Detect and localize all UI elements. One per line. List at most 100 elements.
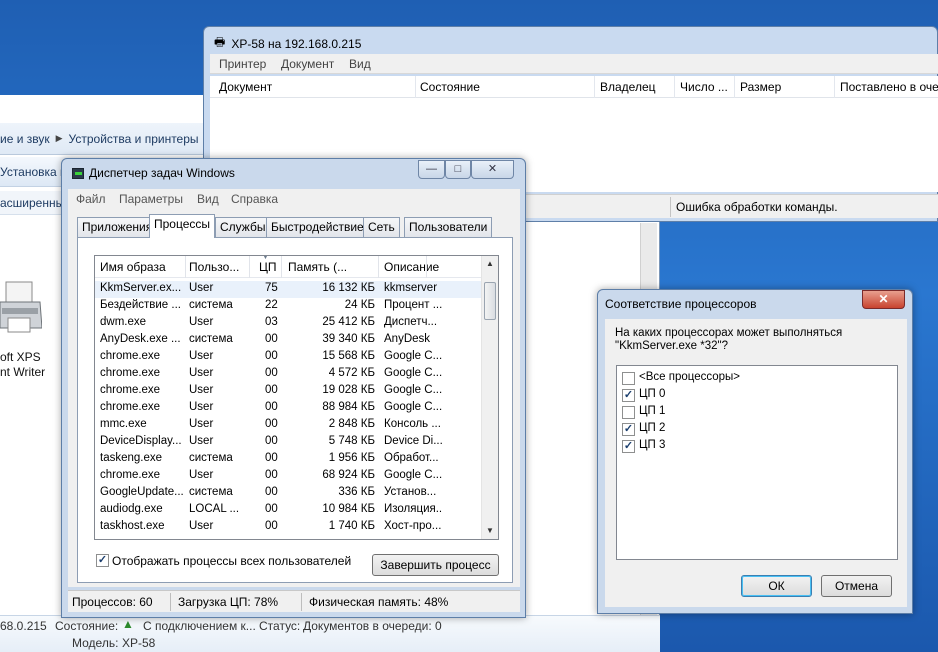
process-row[interactable]: chrome.exe User 00 88 984 КБ Google C... bbox=[95, 400, 483, 417]
menu-document[interactable]: Документ bbox=[281, 57, 334, 71]
address-bar[interactable]: ие и звук ▶ Устройства и принтеры bbox=[0, 123, 205, 155]
process-row[interactable]: mmc.exe User 00 2 848 КБ Консоль ... bbox=[95, 417, 483, 434]
process-row[interactable]: dwm.exe User 03 25 412 КБ Диспетч... bbox=[95, 315, 483, 332]
close-button[interactable]: ✕ bbox=[471, 160, 514, 179]
printer-ip: 68.0.215 bbox=[0, 619, 47, 633]
process-user: система bbox=[189, 299, 233, 311]
col-memory[interactable]: Память (... bbox=[288, 260, 347, 274]
process-user: User bbox=[189, 316, 214, 328]
process-cpu: 00 bbox=[265, 503, 278, 515]
processor-checkbox[interactable]: ✓ bbox=[622, 389, 635, 402]
col-size[interactable]: Размер bbox=[740, 80, 781, 94]
process-row[interactable]: KkmServer.ex... User 75 16 132 КБ kkmserver bbox=[95, 281, 483, 298]
process-name: dwm.exe bbox=[100, 316, 147, 328]
process-row[interactable]: Бездействие ... система 22 24 КБ Процент ... bbox=[95, 298, 483, 315]
process-row[interactable]: chrome.exe User 00 4 572 КБ Google C... bbox=[95, 366, 483, 383]
process-row[interactable]: audiodg.exe LOCAL ... 00 10 984 КБ Изоляция.… bbox=[95, 502, 483, 519]
col-image-name[interactable]: Имя образа bbox=[100, 260, 166, 274]
col-description[interactable]: Описание bbox=[384, 260, 439, 274]
physical-memory: Физическая память: 48% bbox=[309, 595, 449, 609]
affinity-body: На каких процессорах может выполняться "… bbox=[605, 319, 907, 607]
process-description: Изоляция... bbox=[384, 503, 442, 515]
queue-menu-bar: Принтер Документ Вид bbox=[210, 54, 938, 74]
cancel-button[interactable]: Отмена bbox=[821, 575, 892, 597]
menu-file[interactable]: Файл bbox=[76, 192, 106, 206]
taskmgr-status-bar: Процессов: 60 Загрузка ЦП: 78% Физическа… bbox=[68, 590, 520, 612]
process-user: User bbox=[189, 418, 214, 430]
processor-checkbox[interactable]: ✓ bbox=[622, 423, 635, 436]
process-memory: 68 924 КБ bbox=[322, 469, 375, 481]
end-process-button[interactable]: Завершить процесс bbox=[372, 554, 499, 576]
printer-label-line1: oft XPS bbox=[0, 350, 41, 364]
process-user: User bbox=[189, 350, 214, 362]
processor-checkbox[interactable] bbox=[622, 406, 635, 419]
process-row[interactable]: AnyDesk.exe ... система 00 39 340 КБ AnyDesk bbox=[95, 332, 483, 349]
col-submitted[interactable]: Поставлено в оче bbox=[840, 80, 938, 94]
breadcrumb-sound[interactable]: ие и звук bbox=[0, 132, 50, 146]
breadcrumb-devices[interactable]: Устройства и принтеры bbox=[69, 132, 199, 146]
col-owner[interactable]: Владелец bbox=[600, 80, 656, 94]
process-row[interactable]: GoogleUpdate... система 00 336 КБ Установ... bbox=[95, 485, 483, 502]
process-row[interactable]: taskhost.exe User 00 1 740 КБ Хост-про... bbox=[95, 519, 483, 536]
col-pages[interactable]: Число ... bbox=[680, 80, 728, 94]
process-row[interactable]: taskeng.exe система 00 1 956 КБ Обработ... bbox=[95, 451, 483, 468]
processor-label: ЦП 2 bbox=[639, 422, 666, 434]
model-value: XP-58 bbox=[122, 636, 156, 650]
col-user[interactable]: Пользо... bbox=[189, 260, 239, 274]
tab-users[interactable]: Пользователи bbox=[404, 217, 493, 237]
process-description: Установ... bbox=[384, 486, 437, 498]
tab-processes[interactable]: Процессы bbox=[149, 214, 216, 238]
add-device-command[interactable]: Установка п bbox=[0, 165, 67, 179]
process-cpu: 00 bbox=[265, 384, 278, 396]
tab-network[interactable]: Сеть bbox=[363, 217, 400, 237]
scroll-thumb[interactable] bbox=[484, 282, 496, 320]
menu-view[interactable]: Вид bbox=[349, 57, 371, 71]
process-name: taskhost.exe bbox=[100, 520, 165, 532]
show-all-processes-label[interactable]: Отображать процессы всех пользователей bbox=[112, 554, 351, 568]
menu-view[interactable]: Вид bbox=[197, 192, 219, 206]
menu-printer[interactable]: Принтер bbox=[219, 57, 266, 71]
scroll-up-icon[interactable]: ▲ bbox=[486, 259, 494, 268]
sort-arrow-icon: ▼ bbox=[262, 255, 269, 261]
queue-column-header: Документ Состояние Владелец Число ... Ра… bbox=[210, 76, 938, 98]
process-row[interactable]: chrome.exe User 00 19 028 КБ Google C... bbox=[95, 383, 483, 400]
show-all-processes-checkbox[interactable]: ✓ bbox=[96, 554, 109, 567]
maximize-button[interactable]: □ bbox=[445, 160, 471, 179]
tab-applications[interactable]: Приложения bbox=[77, 217, 158, 237]
process-description: Консоль ... bbox=[384, 418, 441, 430]
process-cpu: 00 bbox=[265, 452, 278, 464]
process-name: chrome.exe bbox=[100, 384, 161, 396]
processor-checklist[interactable]: <Все процессоры> ✓ ЦП 0 ЦП 1 ✓ ЦП 2 ✓ ЦП 3 bbox=[616, 365, 898, 560]
tab-performance[interactable]: Быстродействие bbox=[266, 217, 369, 237]
process-row[interactable]: chrome.exe User 00 15 568 КБ Google C... bbox=[95, 349, 483, 366]
minimize-button[interactable]: — bbox=[418, 160, 445, 179]
printer-label[interactable]: oft XPS nt Writer bbox=[0, 350, 45, 380]
processor-checkbox[interactable]: ✓ bbox=[622, 440, 635, 453]
process-row[interactable]: chrome.exe User 00 68 924 КБ Google C... bbox=[95, 468, 483, 485]
status-label: Статус: bbox=[259, 619, 301, 633]
menu-options[interactable]: Параметры bbox=[119, 192, 183, 206]
process-name: chrome.exe bbox=[100, 367, 161, 379]
menu-help[interactable]: Справка bbox=[231, 192, 278, 206]
tab-services[interactable]: Службы bbox=[215, 217, 271, 237]
process-memory: 5 748 КБ bbox=[328, 435, 375, 447]
queue-title-bar[interactable]: 🖶 XP-58 на 192.168.0.215 bbox=[214, 33, 361, 54]
col-cpu[interactable]: ЦП bbox=[259, 260, 277, 274]
ok-button[interactable]: ОК bbox=[741, 575, 812, 597]
process-row[interactable]: DeviceDisplay... User 00 5 748 КБ Device Di.… bbox=[95, 434, 483, 451]
processor-checkbox[interactable] bbox=[622, 372, 635, 385]
process-memory: 39 340 КБ bbox=[322, 333, 375, 345]
process-cpu: 00 bbox=[265, 486, 278, 498]
process-list[interactable]: Имя образа Пользо... ЦП ▼ Память (... Оп… bbox=[94, 255, 499, 540]
process-user: User bbox=[189, 435, 214, 447]
col-state[interactable]: Состояние bbox=[420, 80, 480, 94]
col-document[interactable]: Документ bbox=[219, 80, 272, 94]
scroll-down-icon[interactable]: ▼ bbox=[486, 526, 494, 535]
process-name: chrome.exe bbox=[100, 350, 161, 362]
printer-icon[interactable] bbox=[0, 278, 42, 338]
taskmgr-title-bar[interactable]: Диспетчер задач Windows bbox=[72, 166, 235, 180]
close-button[interactable]: ✕ bbox=[862, 290, 905, 309]
printer-label-line2: nt Writer bbox=[0, 365, 46, 379]
process-list-scrollbar[interactable]: ▲ ▼ bbox=[481, 256, 498, 539]
process-memory: 88 984 КБ bbox=[322, 401, 375, 413]
